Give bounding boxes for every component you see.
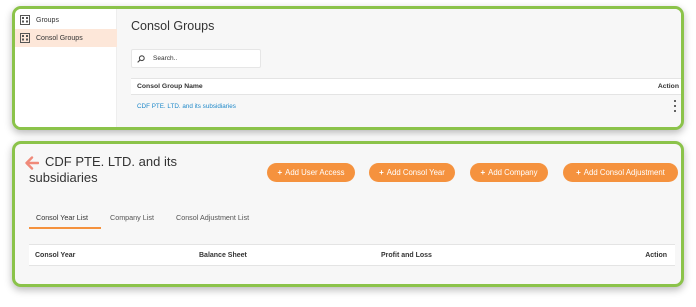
search-box — [131, 49, 261, 68]
sidebar: Groups Consol Groups — [15, 9, 117, 127]
plus-icon: + — [480, 168, 486, 177]
row-actions-icon[interactable] — [673, 100, 677, 112]
add-consol-year-button[interactable]: + Add Consol Year — [369, 163, 455, 182]
sidebar-item-groups[interactable]: Groups — [15, 11, 117, 29]
column-header-name: Consol Group Name — [137, 83, 203, 90]
column-header-consol-year: Consol Year — [35, 252, 76, 259]
tab-company-list[interactable]: Company List — [110, 213, 154, 222]
button-label: Add Company — [488, 168, 538, 177]
tab-consol-adjustment-list[interactable]: Consol Adjustment List — [176, 213, 249, 222]
consol-groups-panel: Groups Consol Groups Consol Groups Conso… — [12, 6, 684, 130]
page-title: Consol Groups — [131, 19, 215, 33]
building-icon — [19, 14, 31, 26]
button-label: Add User Access — [285, 168, 345, 177]
consol-groups-main: Consol Groups Consol Group Name Action C… — [117, 9, 681, 127]
sidebar-item-label: Groups — [36, 16, 59, 24]
add-consol-adjustment-button[interactable]: + Add Consol Adjustment — [563, 163, 678, 182]
column-header-balance-sheet: Balance Sheet — [199, 252, 247, 259]
sidebar-item-label: Consol Groups — [36, 34, 83, 42]
column-header-profit-and-loss: Profit and Loss — [381, 252, 432, 259]
add-user-access-button[interactable]: + Add User Access — [267, 163, 355, 182]
detail-title: CDF PTE. LTD. and its subsidiaries — [29, 154, 177, 185]
consol-group-detail-panel: CDF PTE. LTD. and its subsidiaries + Add … — [12, 141, 684, 287]
plus-icon: + — [576, 168, 581, 177]
table-header: Consol Group Name Action — [131, 78, 681, 95]
sidebar-item-consol-groups[interactable]: Consol Groups — [15, 29, 117, 47]
search-input[interactable] — [153, 55, 253, 62]
active-tab-indicator — [29, 227, 101, 229]
detail-tabs: Consol Year List Company List Consol Adj… — [29, 210, 681, 230]
column-header-action: Action — [645, 252, 667, 259]
button-label: Add Consol Year — [386, 168, 445, 177]
plus-icon: + — [379, 168, 384, 177]
add-company-button[interactable]: + Add Company — [470, 163, 548, 182]
search-icon — [137, 54, 147, 64]
consol-year-table-header: Consol Year Balance Sheet Profit and Los… — [29, 244, 675, 266]
consol-group-link[interactable]: CDF PTE. LTD. and its subsidiaries — [137, 103, 236, 110]
building-icon — [19, 32, 31, 44]
tab-consol-year-list[interactable]: Consol Year List — [36, 213, 88, 222]
column-header-action: Action — [657, 83, 679, 90]
plus-icon: + — [277, 168, 283, 177]
button-label: Add Consol Adjustment — [583, 168, 665, 177]
